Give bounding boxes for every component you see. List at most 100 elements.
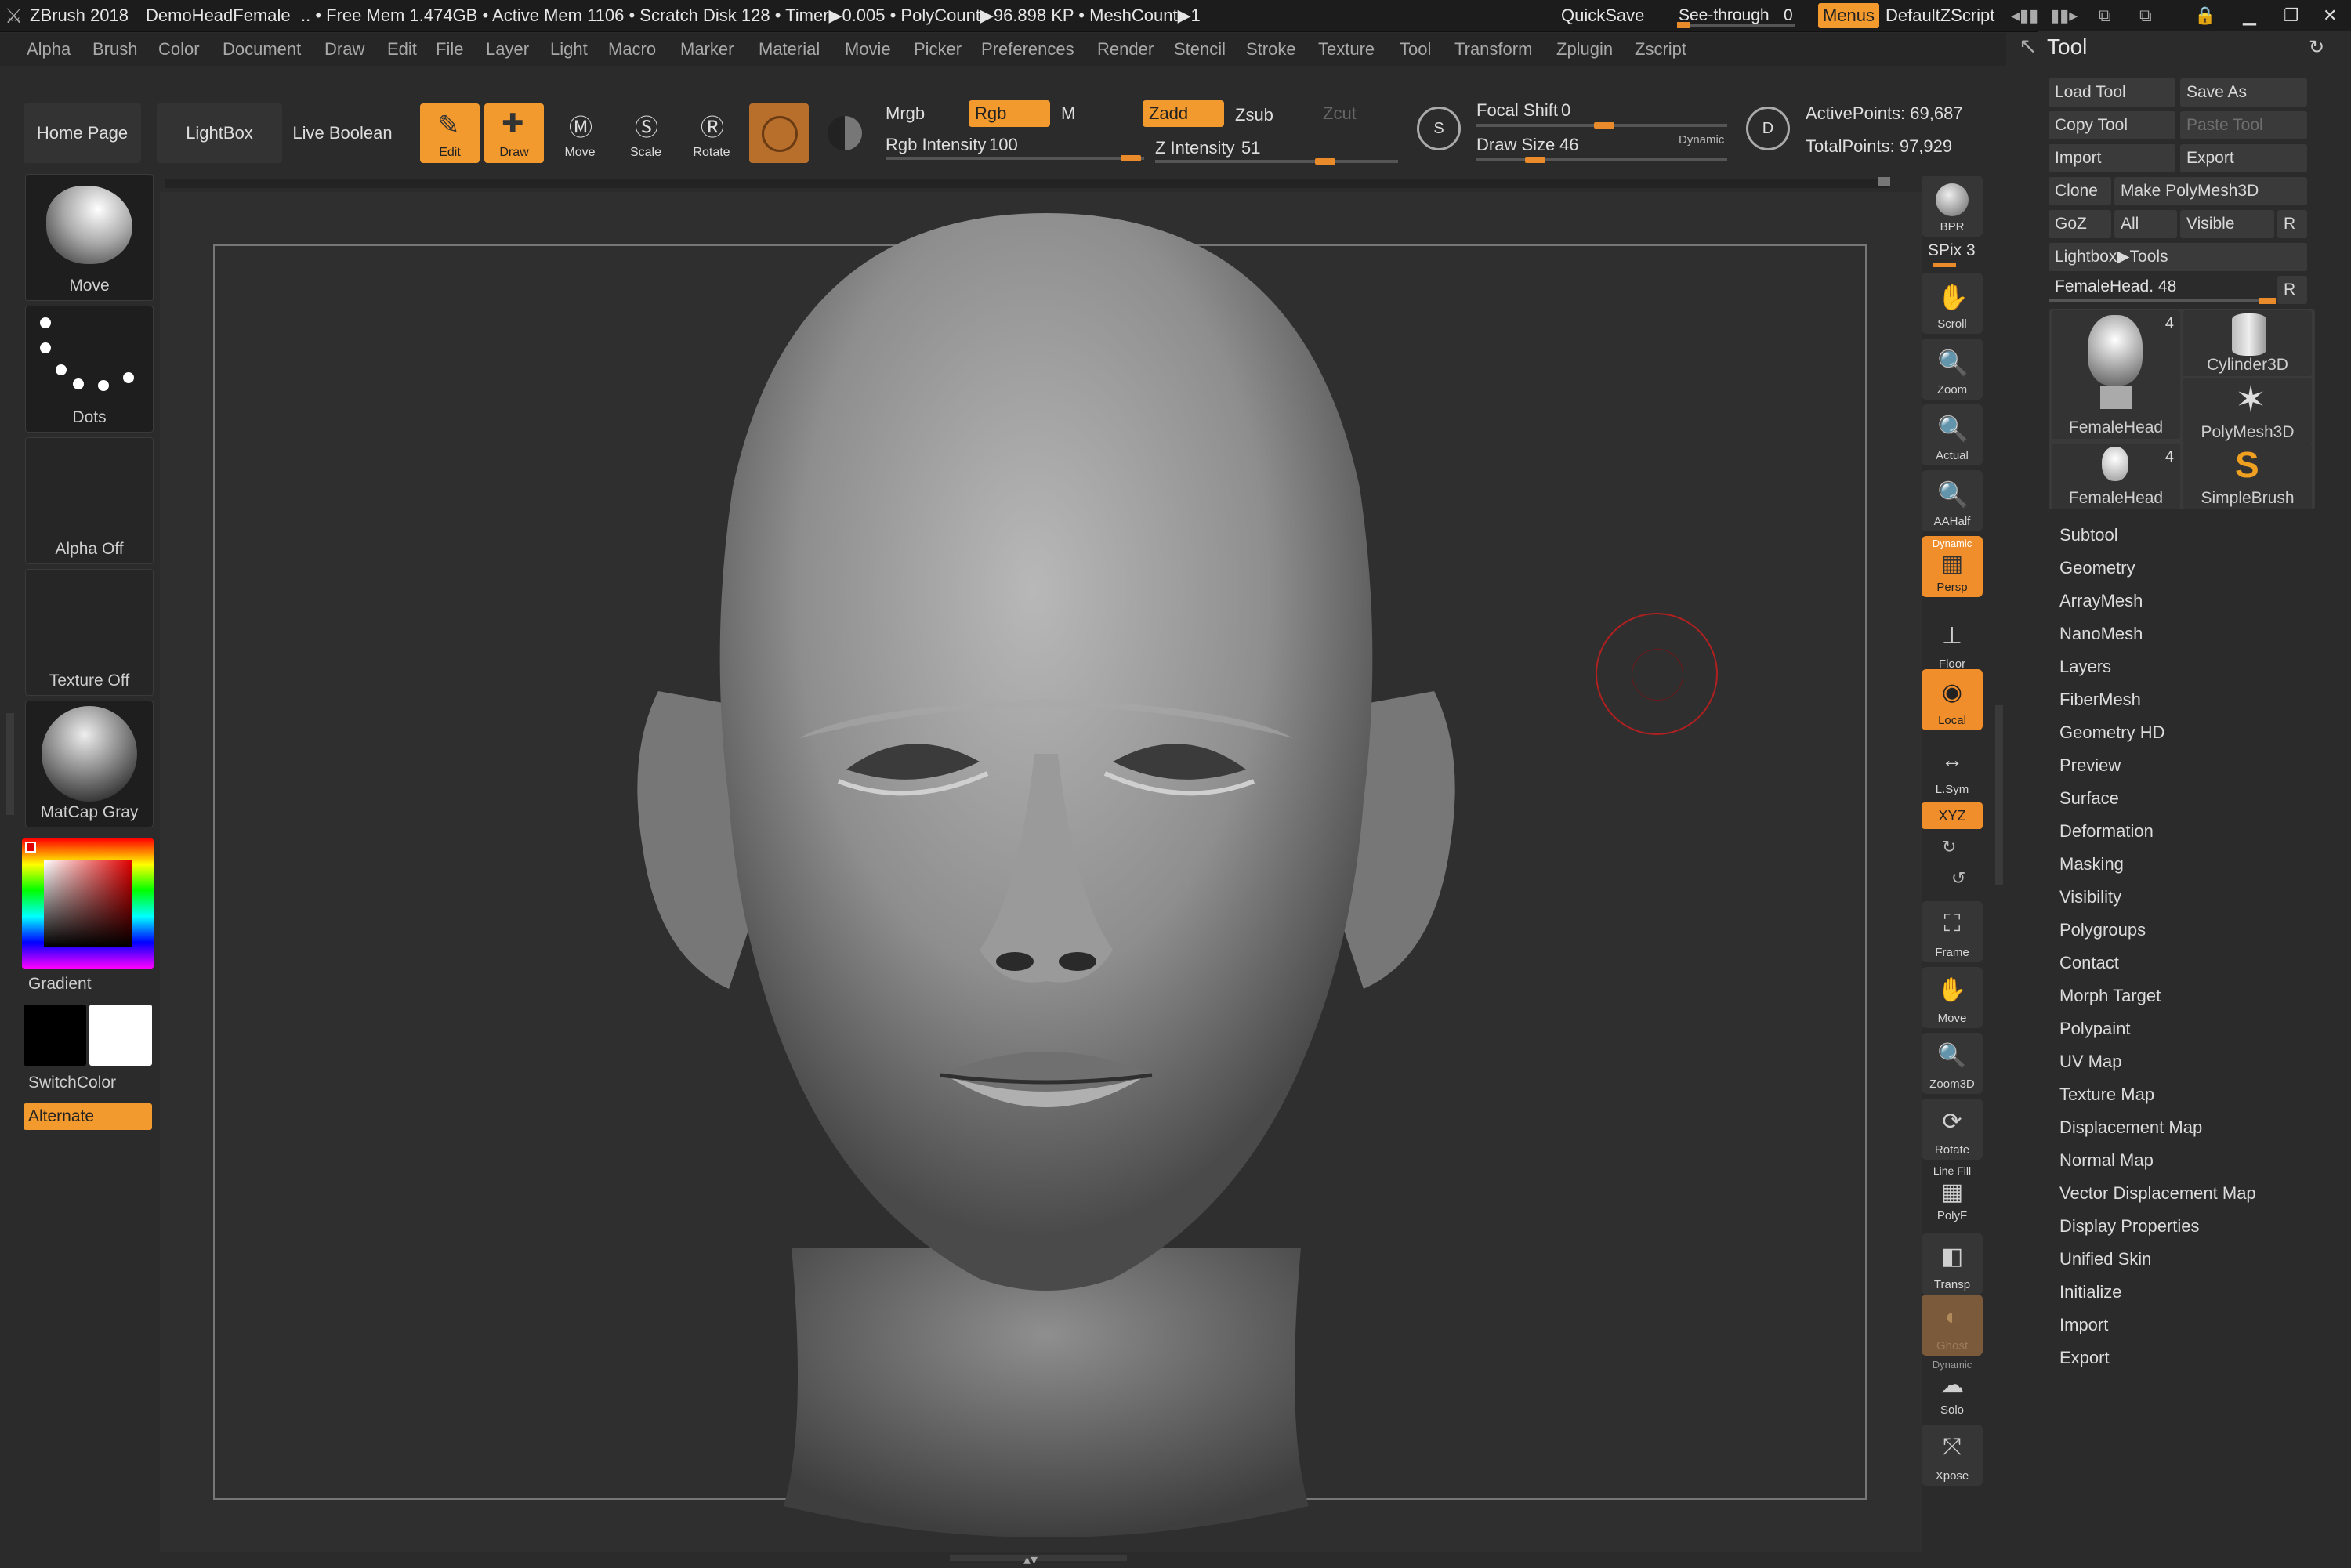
subpalette-nanomesh[interactable]: NanoMesh <box>2059 624 2143 644</box>
default-zscript-button[interactable]: DefaultZScript <box>1886 0 1994 31</box>
rotate-mode-button[interactable]: Ⓡ Rotate <box>682 103 741 163</box>
zoom-button[interactable]: 🔍 Zoom <box>1922 339 1983 400</box>
subpalette-layers[interactable]: Layers <box>2059 657 2111 677</box>
subpalette-masking[interactable]: Masking <box>2059 854 2124 875</box>
left-tray-toggle[interactable] <box>6 713 14 815</box>
menu-picker[interactable]: Picker <box>914 33 962 66</box>
bpr-button[interactable]: BPR <box>1922 176 1983 237</box>
layout-right-icon[interactable]: ▮▮▸ <box>2050 0 2078 31</box>
subpalette-polygroups[interactable]: Polygroups <box>2059 920 2146 940</box>
menu-preferences[interactable]: Preferences <box>981 33 1074 66</box>
restore-icon[interactable]: ❐ <box>2284 0 2299 31</box>
current-tool-track[interactable] <box>2049 298 2276 304</box>
goz-all-button[interactable]: All <box>2114 210 2177 238</box>
zadd-toggle[interactable]: Zadd <box>1143 100 1224 127</box>
rgb-toggle[interactable]: Rgb <box>969 100 1050 127</box>
menu-draw[interactable]: Draw <box>324 33 364 66</box>
dynamic-toggle[interactable]: Dynamic <box>1679 133 1724 147</box>
subpalette-vector-displacement-map[interactable]: Vector Displacement Map <box>2059 1183 2256 1204</box>
menu-marker[interactable]: Marker <box>680 33 734 66</box>
switch-color-button[interactable]: SwitchColor <box>28 1074 116 1092</box>
color-swatch-button[interactable] <box>815 103 875 163</box>
zcut-toggle[interactable]: Zcut <box>1323 103 1357 124</box>
alpha-selector[interactable]: Alpha Off <box>25 437 154 564</box>
floor-button[interactable]: ⊥ Floor <box>1922 613 1983 674</box>
menu-color[interactable]: Color <box>158 33 200 66</box>
tool-thumb-cylinder3d[interactable]: Cylinder3D <box>2183 310 2312 376</box>
menu-document[interactable]: Document <box>223 33 301 66</box>
export-button[interactable]: Export <box>2180 144 2307 172</box>
subpalette-texture-map[interactable]: Texture Map <box>2059 1085 2154 1105</box>
y-rotation-icon[interactable]: ↻ <box>1942 837 1956 857</box>
subpalette-geometry-hd[interactable]: Geometry HD <box>2059 722 2164 743</box>
actual-button[interactable]: 🔍 Actual <box>1922 404 1983 465</box>
subpalette-morph-target[interactable]: Morph Target <box>2059 986 2161 1006</box>
z-intensity-knob[interactable] <box>1315 158 1335 165</box>
zoom3d-button[interactable]: 🔍 Zoom3D <box>1922 1033 1983 1094</box>
persp-button[interactable]: Dynamic ▦ Persp <box>1922 536 1983 597</box>
save-as-button[interactable]: Save As <box>2180 78 2307 107</box>
texture-selector[interactable]: Texture Off <box>25 569 154 696</box>
load-tool-button[interactable]: Load Tool <box>2049 78 2175 107</box>
subpalette-unified-skin[interactable]: Unified Skin <box>2059 1249 2151 1269</box>
draw-mode-button[interactable]: ✚ Draw <box>484 103 544 163</box>
material-swatch-button[interactable] <box>749 103 809 163</box>
menu-light[interactable]: Light <box>550 33 588 66</box>
menu-tool[interactable]: Tool <box>1400 33 1431 66</box>
subpalette-displacement-map[interactable]: Displacement Map <box>2059 1117 2202 1138</box>
female-head-mesh[interactable] <box>611 205 1481 1537</box>
local-button[interactable]: ◉ Local <box>1922 669 1983 730</box>
subpalette-deformation[interactable]: Deformation <box>2059 821 2154 842</box>
subpalette-fibermesh[interactable]: FiberMesh <box>2059 690 2141 710</box>
subpalette-arraymesh[interactable]: ArrayMesh <box>2059 591 2143 611</box>
dynamic-brush-icon[interactable]: D <box>1746 107 1790 150</box>
palette-pin-icon[interactable]: ↖ <box>2019 33 2037 59</box>
stroke-selector[interactable]: Dots <box>25 306 154 433</box>
menu-material[interactable]: Material <box>759 33 820 66</box>
subpalette-uv-map[interactable]: UV Map <box>2059 1052 2121 1072</box>
lightbox-tools-button[interactable]: Lightbox▶Tools <box>2049 243 2307 271</box>
subpalette-export[interactable]: Export <box>2059 1348 2110 1368</box>
bottom-tray-arrow-icon[interactable]: ▴▾ <box>1023 1552 1038 1568</box>
lsym-button[interactable]: ↔ L.Sym <box>1922 738 1983 799</box>
tool-palette-title[interactable]: Tool <box>2047 34 2087 60</box>
goz-button[interactable]: GoZ <box>2049 210 2111 238</box>
right-tray-toggle[interactable] <box>1995 705 2003 885</box>
home-page-button[interactable]: Home Page <box>24 103 141 163</box>
menus-button[interactable]: Menus <box>1818 3 1880 28</box>
palette-reset-icon[interactable]: ↻ <box>2309 36 2324 59</box>
subpalette-normal-map[interactable]: Normal Map <box>2059 1150 2154 1171</box>
menu-texture[interactable]: Texture <box>1318 33 1375 66</box>
zsub-toggle[interactable]: Zsub <box>1235 105 1273 125</box>
main-color-swatch[interactable] <box>24 1005 86 1066</box>
draw-size-knob[interactable] <box>1525 157 1545 163</box>
move-mode-button[interactable]: Ⓜ Move <box>550 103 610 163</box>
subpalette-geometry[interactable]: Geometry <box>2059 558 2135 578</box>
import-button[interactable]: Import <box>2049 144 2175 172</box>
brush-selector[interactable]: Move <box>25 174 154 301</box>
material-selector[interactable]: MatCap Gray <box>25 701 154 827</box>
subpalette-import[interactable]: Import <box>2059 1315 2108 1335</box>
menu-zplugin[interactable]: Zplugin <box>1556 33 1613 66</box>
alternate-button[interactable]: Alternate <box>24 1103 152 1130</box>
m-toggle[interactable]: M <box>1061 103 1075 124</box>
tool-thumb-polymesh3d[interactable]: ✶ PolyMesh3D <box>2183 378 2312 444</box>
subpalette-preview[interactable]: Preview <box>2059 755 2121 776</box>
mrgb-toggle[interactable]: Mrgb <box>886 103 925 124</box>
minimize-icon[interactable]: ▁ <box>2243 0 2256 31</box>
secondary-color-swatch[interactable] <box>89 1005 152 1066</box>
goz-r-button[interactable]: R <box>2277 210 2307 238</box>
menu-zscript[interactable]: Zscript <box>1635 33 1686 66</box>
make-polymesh3d-button[interactable]: Make PolyMesh3D <box>2114 177 2307 205</box>
frame-button[interactable]: ⛶ Frame <box>1922 901 1983 962</box>
goz-visible-button[interactable]: Visible <box>2180 210 2274 238</box>
lock-icon[interactable]: 🔒 <box>2194 0 2215 31</box>
polyframe-button[interactable]: Line Fill ▦ PolyF <box>1922 1164 1983 1226</box>
quicksave-button[interactable]: QuickSave <box>1561 0 1644 31</box>
xpose-button[interactable]: ⤧ Xpose <box>1922 1425 1983 1486</box>
current-tool-slider[interactable]: FemaleHead. 48 <box>2049 276 2276 304</box>
menu-edit[interactable]: Edit <box>387 33 417 66</box>
solo-button[interactable]: Dynamic ☁ Solo <box>1922 1359 1983 1420</box>
see-through-label[interactable]: See-through <box>1679 0 1770 31</box>
menu-transform[interactable]: Transform <box>1454 33 1532 66</box>
